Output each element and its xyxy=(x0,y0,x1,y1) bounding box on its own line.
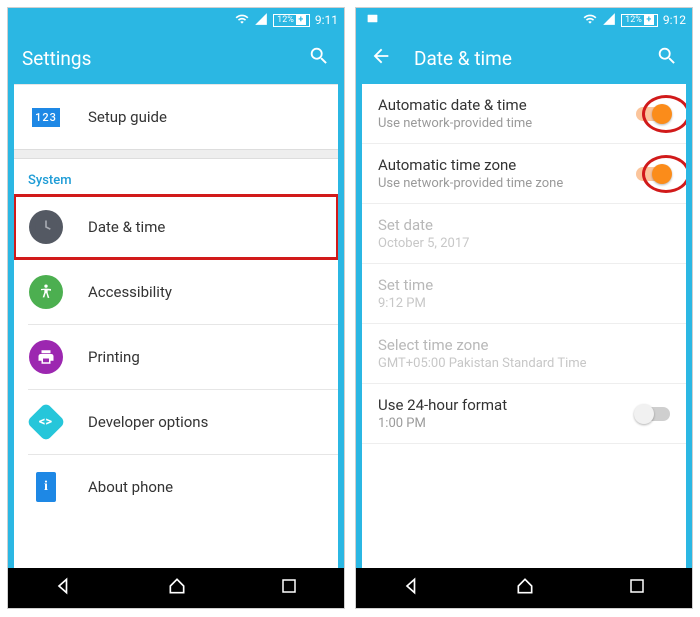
search-icon[interactable] xyxy=(308,45,330,71)
developer-icon: <> xyxy=(28,404,64,440)
date-time-screen: 12% + 9:12 Date & time Automatic date & … xyxy=(356,8,692,608)
developer-label: Developer options xyxy=(88,413,208,431)
recents-icon[interactable] xyxy=(628,577,646,599)
row-sub: GMT+05:00 Pakistan Standard Time xyxy=(378,356,670,371)
cell-signal-icon xyxy=(602,12,616,29)
settings-screen: 12% + 9:11 Settings 123 Setup guide Syst… xyxy=(8,8,344,608)
use-24-hour-row[interactable]: Use 24-hour format 1:00 PM xyxy=(362,384,686,443)
wifi-icon xyxy=(235,12,249,29)
clock-icon xyxy=(28,209,64,245)
status-bar: 12% + 9:12 xyxy=(356,8,692,32)
nav-bar xyxy=(356,568,692,608)
row-sub: Use network-provided time xyxy=(378,116,636,131)
automatic-time-zone-switch[interactable] xyxy=(636,167,670,181)
about-phone-label: About phone xyxy=(88,478,173,496)
row-title: Set date xyxy=(378,216,670,234)
battery-percent: 12% xyxy=(625,15,642,26)
clock: 9:12 xyxy=(663,13,686,27)
clock: 9:11 xyxy=(315,13,338,27)
automatic-date-time-row[interactable]: Automatic date & time Use network-provid… xyxy=(362,84,686,143)
set-date-row: Set date October 5, 2017 xyxy=(362,204,686,263)
cell-signal-icon xyxy=(254,12,268,29)
row-sub: 1:00 PM xyxy=(378,416,636,431)
setup-guide-icon: 123 xyxy=(28,99,64,135)
automatic-date-time-switch[interactable] xyxy=(636,107,670,121)
wifi-icon xyxy=(583,12,597,29)
battery-indicator: 12% + xyxy=(273,14,310,27)
settings-list: 123 Setup guide System Date & time Acces… xyxy=(14,84,338,568)
app-bar: Settings xyxy=(8,32,344,84)
home-icon[interactable] xyxy=(167,576,187,600)
system-header: System xyxy=(14,159,338,195)
app-bar: Date & time xyxy=(356,32,692,84)
battery-percent: 12% xyxy=(277,15,294,26)
row-title: Automatic date & time xyxy=(378,96,636,114)
screenshot-icon xyxy=(366,12,379,28)
accessibility-icon xyxy=(28,274,64,310)
home-icon[interactable] xyxy=(515,576,535,600)
row-title: Select time zone xyxy=(378,336,670,354)
printing-item[interactable]: Printing xyxy=(14,325,338,389)
automatic-time-zone-row[interactable]: Automatic time zone Use network-provided… xyxy=(362,144,686,203)
setup-guide-label: Setup guide xyxy=(88,108,167,126)
status-bar: 12% + 9:11 xyxy=(8,8,344,32)
date-time-label: Date & time xyxy=(88,218,165,236)
setup-guide-item[interactable]: 123 Setup guide xyxy=(14,85,338,149)
row-sub: 9:12 PM xyxy=(378,296,670,311)
set-time-row: Set time 9:12 PM xyxy=(362,264,686,323)
battery-indicator: 12% + xyxy=(621,14,658,27)
about-phone-item[interactable]: i About phone xyxy=(14,455,338,519)
accessibility-label: Accessibility xyxy=(88,283,172,301)
nav-bar xyxy=(8,568,344,608)
charging-icon: + xyxy=(296,15,306,25)
search-icon[interactable] xyxy=(656,45,678,71)
recents-icon[interactable] xyxy=(280,577,298,599)
charging-icon: + xyxy=(644,15,654,25)
row-sub: October 5, 2017 xyxy=(378,236,670,251)
row-title: Automatic time zone xyxy=(378,156,636,174)
use-24-hour-switch[interactable] xyxy=(636,407,670,421)
about-phone-icon: i xyxy=(28,469,64,505)
date-time-item[interactable]: Date & time xyxy=(14,195,338,259)
back-icon[interactable] xyxy=(54,576,74,600)
row-title: Set time xyxy=(378,276,670,294)
row-title: Use 24-hour format xyxy=(378,396,636,414)
row-sub: Use network-provided time zone xyxy=(378,176,636,191)
printing-label: Printing xyxy=(88,348,140,366)
date-time-list: Automatic date & time Use network-provid… xyxy=(362,84,686,568)
select-time-zone-row: Select time zone GMT+05:00 Pakistan Stan… xyxy=(362,324,686,383)
back-icon[interactable] xyxy=(402,576,422,600)
page-title: Date & time xyxy=(414,47,512,70)
accessibility-item[interactable]: Accessibility xyxy=(14,260,338,324)
printing-icon xyxy=(28,339,64,375)
back-arrow-icon[interactable] xyxy=(370,45,392,71)
developer-options-item[interactable]: <> Developer options xyxy=(14,390,338,454)
page-title: Settings xyxy=(22,47,91,70)
